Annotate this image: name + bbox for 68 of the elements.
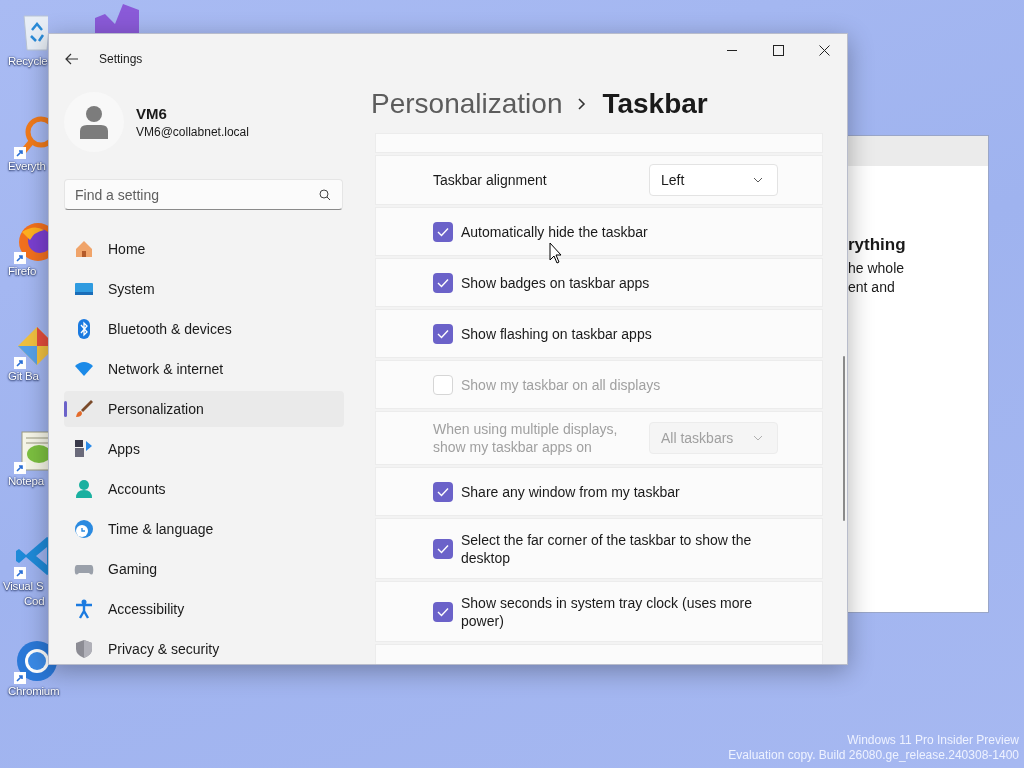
close-icon <box>818 44 830 56</box>
desktop-icon-label: Firefo <box>8 264 37 279</box>
setting-label: Share any window from my taskbar <box>461 482 681 501</box>
desktop-icon-label: Everyth <box>8 159 46 174</box>
checkmark-icon <box>437 486 449 497</box>
checkmark-icon <box>437 606 449 617</box>
nav-icon <box>74 639 94 659</box>
desktop-icon-label: Git Ba <box>8 369 39 384</box>
nav-icon <box>74 599 94 619</box>
nav-item[interactable]: Time & language <box>64 511 344 547</box>
checkbox[interactable] <box>433 601 453 622</box>
nav-item[interactable]: Bluetooth & devices <box>64 311 344 347</box>
nav-icon <box>74 479 94 499</box>
chevron-down-icon <box>753 177 763 183</box>
maximize-icon <box>772 44 784 56</box>
setting-label: Show badges on taskbar apps <box>461 273 651 292</box>
checkmark-icon <box>437 543 449 554</box>
nav-icon <box>74 519 94 539</box>
setting-label: Show my taskbar on all displays <box>461 375 662 394</box>
checkmark-icon <box>437 328 449 339</box>
setting-label: When using multiple displays, show my taskbar apps on <box>433 420 619 456</box>
nav-icon <box>74 439 94 459</box>
desktop-icon-label: Recycle <box>8 54 48 69</box>
page-title: Taskbar <box>602 88 708 120</box>
desktop-icon-label: Visual S <box>3 579 44 594</box>
watermark-text: Windows 11 Pro Insider Preview <box>847 733 1019 748</box>
checkbox[interactable] <box>433 323 453 344</box>
setting-label: Select the far corner of the taskbar to show the desktop <box>461 530 753 567</box>
search-field[interactable]: Find a setting <box>64 179 343 210</box>
window-text: he whole <box>848 259 906 278</box>
nav-icon <box>74 239 94 259</box>
nav-item[interactable]: Apps <box>64 431 344 467</box>
nav-item[interactable]: Personalization <box>64 391 344 427</box>
setting-label: Show seconds in system tray clock (uses more power) <box>461 593 753 630</box>
nav-item[interactable]: Network & internet <box>64 351 344 387</box>
nav-item[interactable]: System <box>64 271 344 307</box>
chevron-down-icon <box>753 435 763 441</box>
user-name: VM6 <box>136 105 168 122</box>
scrollbar[interactable] <box>843 356 845 521</box>
back-arrow-icon <box>65 53 79 65</box>
desktop-icon-label: Chromium <box>8 684 60 699</box>
checkbox[interactable] <box>433 481 453 502</box>
checkbox[interactable] <box>433 221 453 242</box>
checkbox[interactable] <box>433 272 453 293</box>
nav-item[interactable]: Accounts <box>64 471 344 507</box>
window-title: Settings <box>99 52 143 66</box>
desktop-icon-label: Cod <box>24 594 45 609</box>
setting-label: Show flashing on taskbar apps <box>461 324 653 343</box>
nav-item[interactable]: Accessibility <box>64 591 344 627</box>
window-heading: rything <box>848 234 907 256</box>
user-email: VM6@collabnet.local <box>136 125 249 139</box>
checkmark-icon <box>437 277 449 288</box>
window-text: ent and <box>848 278 896 297</box>
nav-item[interactable]: Privacy & security <box>64 631 344 664</box>
checkmark-icon <box>437 226 449 237</box>
desktop-icon-label: Notepa <box>8 474 44 489</box>
nav-item[interactable]: Gaming <box>64 551 344 587</box>
dropdown[interactable]: Left <box>649 164 778 196</box>
setting-label: Automatically hide the taskbar <box>461 222 649 241</box>
watermark-text: Evaluation copy. Build 26080.ge_release.240308-1400 <box>728 748 1019 763</box>
nav-item[interactable]: Home <box>64 231 344 267</box>
checkbox[interactable] <box>433 538 453 559</box>
minimize-icon <box>727 49 737 51</box>
chevron-right-icon <box>578 98 587 110</box>
search-icon <box>319 189 331 201</box>
setting-label: Taskbar alignment <box>433 171 548 189</box>
breadcrumb-link[interactable]: Personalization <box>371 88 563 120</box>
nav-icon <box>74 399 94 419</box>
